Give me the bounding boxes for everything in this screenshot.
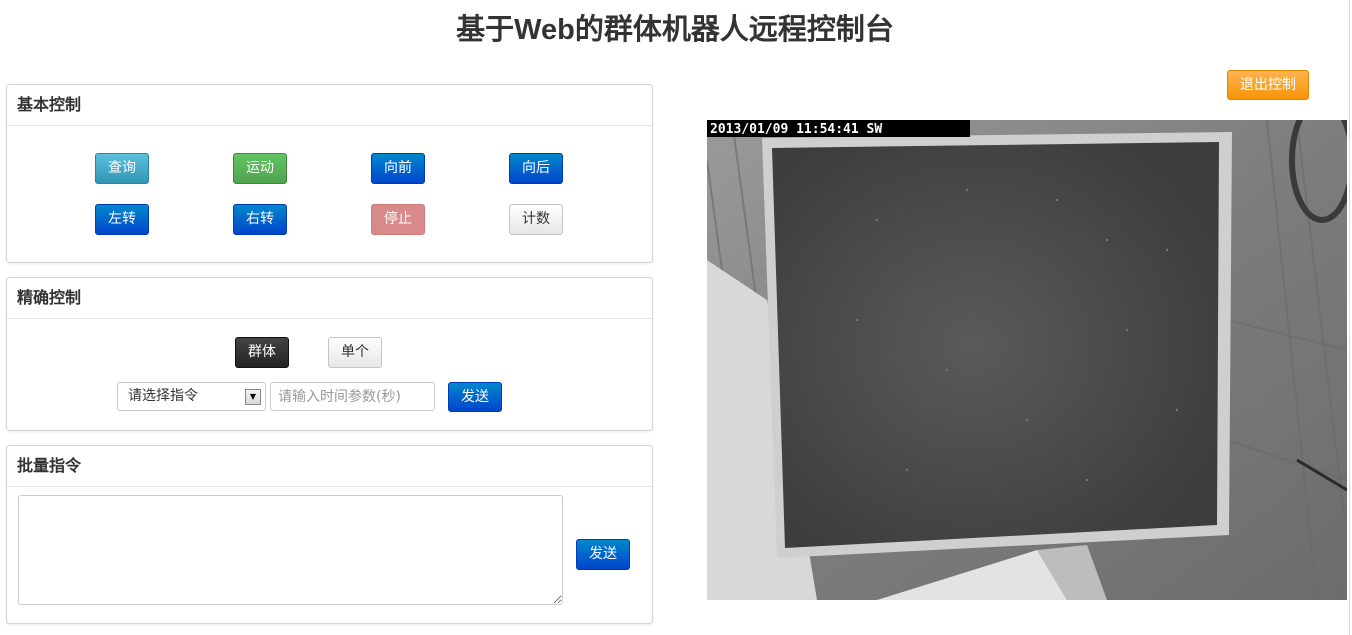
batch-send-button[interactable]: 发送	[576, 539, 630, 570]
time-param-input[interactable]	[270, 382, 435, 411]
camera-feed: 2013/01/09 11:54:41 SW	[707, 120, 1347, 600]
mode-group-button[interactable]: 群体	[235, 337, 289, 368]
batch-commands-textarea[interactable]	[18, 495, 563, 605]
batch-commands-heading: 批量指令	[7, 446, 652, 487]
command-select-value: 请选择指令	[128, 388, 198, 404]
title-suffix: 的群体机器人远程控制台	[574, 12, 894, 46]
page-title: 基于Web的群体机器人远程控制台	[0, 6, 1350, 48]
command-select[interactable]: 请选择指令 ▼	[117, 382, 266, 411]
basic-control-heading: 基本控制	[7, 85, 652, 126]
page-edge-line	[1349, 0, 1350, 635]
precise-control-panel: 精确控制 群体 单个 请选择指令 ▼ 发送	[6, 277, 653, 431]
stop-button[interactable]: 停止	[371, 204, 425, 235]
camera-timestamp: 2013/01/09 11:54:41 SW	[710, 122, 882, 137]
precise-send-button[interactable]: 发送	[448, 382, 502, 412]
title-bold: Web	[514, 14, 575, 46]
backward-button[interactable]: 向后	[509, 153, 563, 184]
move-button[interactable]: 运动	[233, 153, 287, 184]
count-button[interactable]: 计数	[509, 204, 563, 235]
turn-left-button[interactable]: 左转	[95, 204, 149, 235]
query-button[interactable]: 查询	[95, 153, 149, 184]
basic-control-panel: 基本控制 查询 运动 向前 向后 左转 右转 停止 计数	[6, 84, 653, 263]
batch-commands-panel: 批量指令 发送	[6, 445, 653, 624]
camera-scene-image: 2013/01/09 11:54:41 SW	[707, 120, 1347, 600]
chevron-down-icon[interactable]: ▼	[245, 389, 261, 405]
mode-single-button[interactable]: 单个	[328, 337, 382, 368]
title-prefix: 基于	[456, 12, 515, 46]
exit-control-button[interactable]: 退出控制	[1227, 70, 1309, 100]
turn-right-button[interactable]: 右转	[233, 204, 287, 235]
forward-button[interactable]: 向前	[371, 153, 425, 184]
precise-control-heading: 精确控制	[7, 278, 652, 319]
